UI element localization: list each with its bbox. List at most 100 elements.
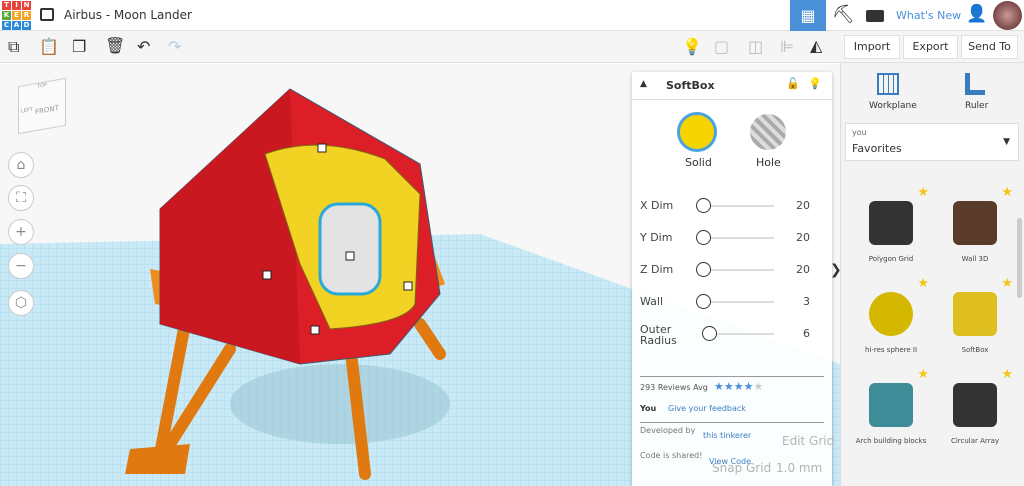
rating-stars[interactable]: ★★★★★ [714, 380, 763, 393]
param-slider[interactable] [710, 237, 774, 239]
shape-thumbnail [953, 292, 997, 336]
lock-icon[interactable]: 🔓 [786, 77, 800, 90]
whats-new-link[interactable]: What's New [896, 9, 961, 22]
rating-star[interactable]: ★ [724, 380, 734, 393]
rating-star[interactable]: ★ [744, 380, 754, 393]
param-label: Y Dim [640, 231, 673, 244]
rating-star[interactable]: ★ [714, 380, 724, 393]
favorite-star-icon[interactable]: ★ [1001, 367, 1013, 382]
visibility-bulb-icon[interactable]: 💡 [808, 77, 822, 90]
perspective-button[interactable]: ⬡ [8, 290, 34, 316]
shape-thumbnail [869, 201, 913, 245]
param-slider-knob[interactable] [696, 262, 711, 277]
developer-link[interactable]: this tinkerer [703, 431, 751, 440]
developed-by-label: Developed by [640, 426, 696, 435]
library-item[interactable]: Arch building blocks ★ [851, 367, 931, 445]
param-value[interactable]: 20 [796, 263, 810, 276]
logo-letter: A [12, 21, 21, 30]
export-button[interactable]: Export [903, 35, 958, 59]
param-slider[interactable] [710, 333, 774, 335]
align-icon[interactable]: ⊫ [780, 39, 794, 55]
favorite-star-icon[interactable]: ★ [917, 367, 929, 382]
param-slider[interactable] [710, 205, 774, 207]
solid-label: Solid [685, 156, 712, 169]
rating-star[interactable]: ★ [754, 380, 764, 393]
param-value[interactable]: 20 [796, 231, 810, 244]
hole-button[interactable] [750, 114, 786, 150]
copy-icon[interactable]: ⧉ [8, 39, 19, 55]
param-row: Wall 3 [640, 292, 824, 312]
favorite-star-icon[interactable]: ★ [917, 276, 929, 291]
bricks-icon[interactable] [866, 10, 884, 22]
design-list-icon[interactable] [40, 8, 54, 21]
favorite-star-icon[interactable]: ★ [1001, 185, 1013, 200]
fit-view-button[interactable]: ⛶ [8, 185, 34, 211]
favorite-star-icon[interactable]: ★ [1001, 276, 1013, 291]
param-slider[interactable] [710, 269, 774, 271]
logo-letter: T [2, 1, 11, 10]
delete-icon[interactable]: 🗑 [105, 38, 125, 54]
duplicate-icon[interactable]: ❐ [72, 39, 86, 55]
bulb-icon[interactable]: 💡 [682, 39, 702, 55]
param-slider-knob[interactable] [696, 230, 711, 245]
logo-letter: N [22, 1, 31, 10]
shape-name: SoftBox [666, 79, 715, 92]
note-icon[interactable]: ▢ [714, 39, 729, 55]
rating-star[interactable]: ★ [734, 380, 744, 393]
codeblocks-pickaxe-icon[interactable]: ⛏ [832, 6, 855, 24]
param-value[interactable]: 6 [803, 327, 810, 340]
tinkercad-logo[interactable]: TIN KER CAD [2, 1, 31, 30]
import-button[interactable]: Import [844, 35, 900, 59]
library-item[interactable]: Wall 3D ★ [935, 185, 1015, 263]
solid-button[interactable] [677, 112, 717, 152]
ruler-icon[interactable] [965, 73, 985, 95]
view-cube-left[interactable]: LEFT [21, 107, 33, 115]
param-value[interactable]: 3 [803, 295, 810, 308]
library-scrollbar[interactable] [1017, 218, 1022, 298]
send-to-button[interactable]: Send To [961, 35, 1018, 59]
group-icon[interactable]: ◫ [748, 39, 763, 55]
top-bar: TIN KER CAD Airbus - Moon Lander ▦ ⛏ What'… [0, 0, 1024, 31]
ruler-button[interactable]: Ruler [965, 101, 988, 111]
workplane-button[interactable]: Workplane [869, 101, 917, 111]
collapse-icon[interactable]: ▲ [640, 79, 647, 89]
param-slider-knob[interactable] [702, 326, 718, 341]
library-item[interactable]: hi-res sphere II ★ [851, 276, 931, 354]
shape-inspector: ▲ SoftBox 🔓 💡 Solid Hole X Dim 20 Y Dim 20 Z… [632, 72, 832, 486]
paste-icon[interactable]: 📋 [39, 39, 59, 55]
param-value[interactable]: 20 [796, 199, 810, 212]
view-cube[interactable]: TOP LEFT FRONT [18, 77, 66, 135]
workplane-icon[interactable] [877, 73, 899, 95]
design-title[interactable]: Airbus - Moon Lander [64, 8, 192, 22]
code-shared-label: Code is shared! [640, 451, 703, 460]
mirror-icon[interactable]: ◭ [810, 38, 822, 54]
snap-grid-select[interactable]: 1.0 mm [776, 461, 822, 475]
edit-grid-button[interactable]: Edit Grid [782, 434, 834, 448]
add-user-icon[interactable]: 👤 [966, 6, 987, 23]
logo-letter: C [2, 21, 11, 30]
param-row: Outer Radius 6 [640, 324, 824, 346]
category-select[interactable]: you Favorites ▼ [845, 123, 1019, 161]
you-label: You [640, 404, 657, 413]
library-item[interactable]: SoftBox ★ [935, 276, 1015, 354]
avatar[interactable] [993, 1, 1022, 30]
param-slider-knob[interactable] [696, 198, 711, 213]
favorite-star-icon[interactable]: ★ [917, 185, 929, 200]
param-slider[interactable] [710, 301, 774, 303]
undo-icon[interactable]: ↶ [137, 39, 150, 55]
logo-letter: E [12, 11, 21, 20]
library-item[interactable]: Circular Array ★ [935, 367, 1015, 445]
param-slider-knob[interactable] [696, 294, 711, 309]
shape-thumbnail [869, 292, 913, 336]
library-item[interactable]: Polygon Grid ★ [851, 185, 931, 263]
3d-view-button[interactable]: ▦ [790, 0, 826, 31]
redo-icon[interactable]: ↷ [168, 39, 181, 55]
shape-thumbnail [869, 383, 913, 427]
home-view-button[interactable]: ⌂ [8, 152, 34, 178]
zoom-out-button[interactable]: − [8, 253, 34, 279]
view-cube-front[interactable]: FRONT [35, 104, 59, 116]
category-sub: you [852, 128, 867, 137]
zoom-in-button[interactable]: + [8, 219, 34, 245]
shape-library: Workplane Ruler you Favorites ▼ Polygon … [840, 63, 1024, 486]
feedback-link[interactable]: Give your feedback [668, 404, 746, 413]
